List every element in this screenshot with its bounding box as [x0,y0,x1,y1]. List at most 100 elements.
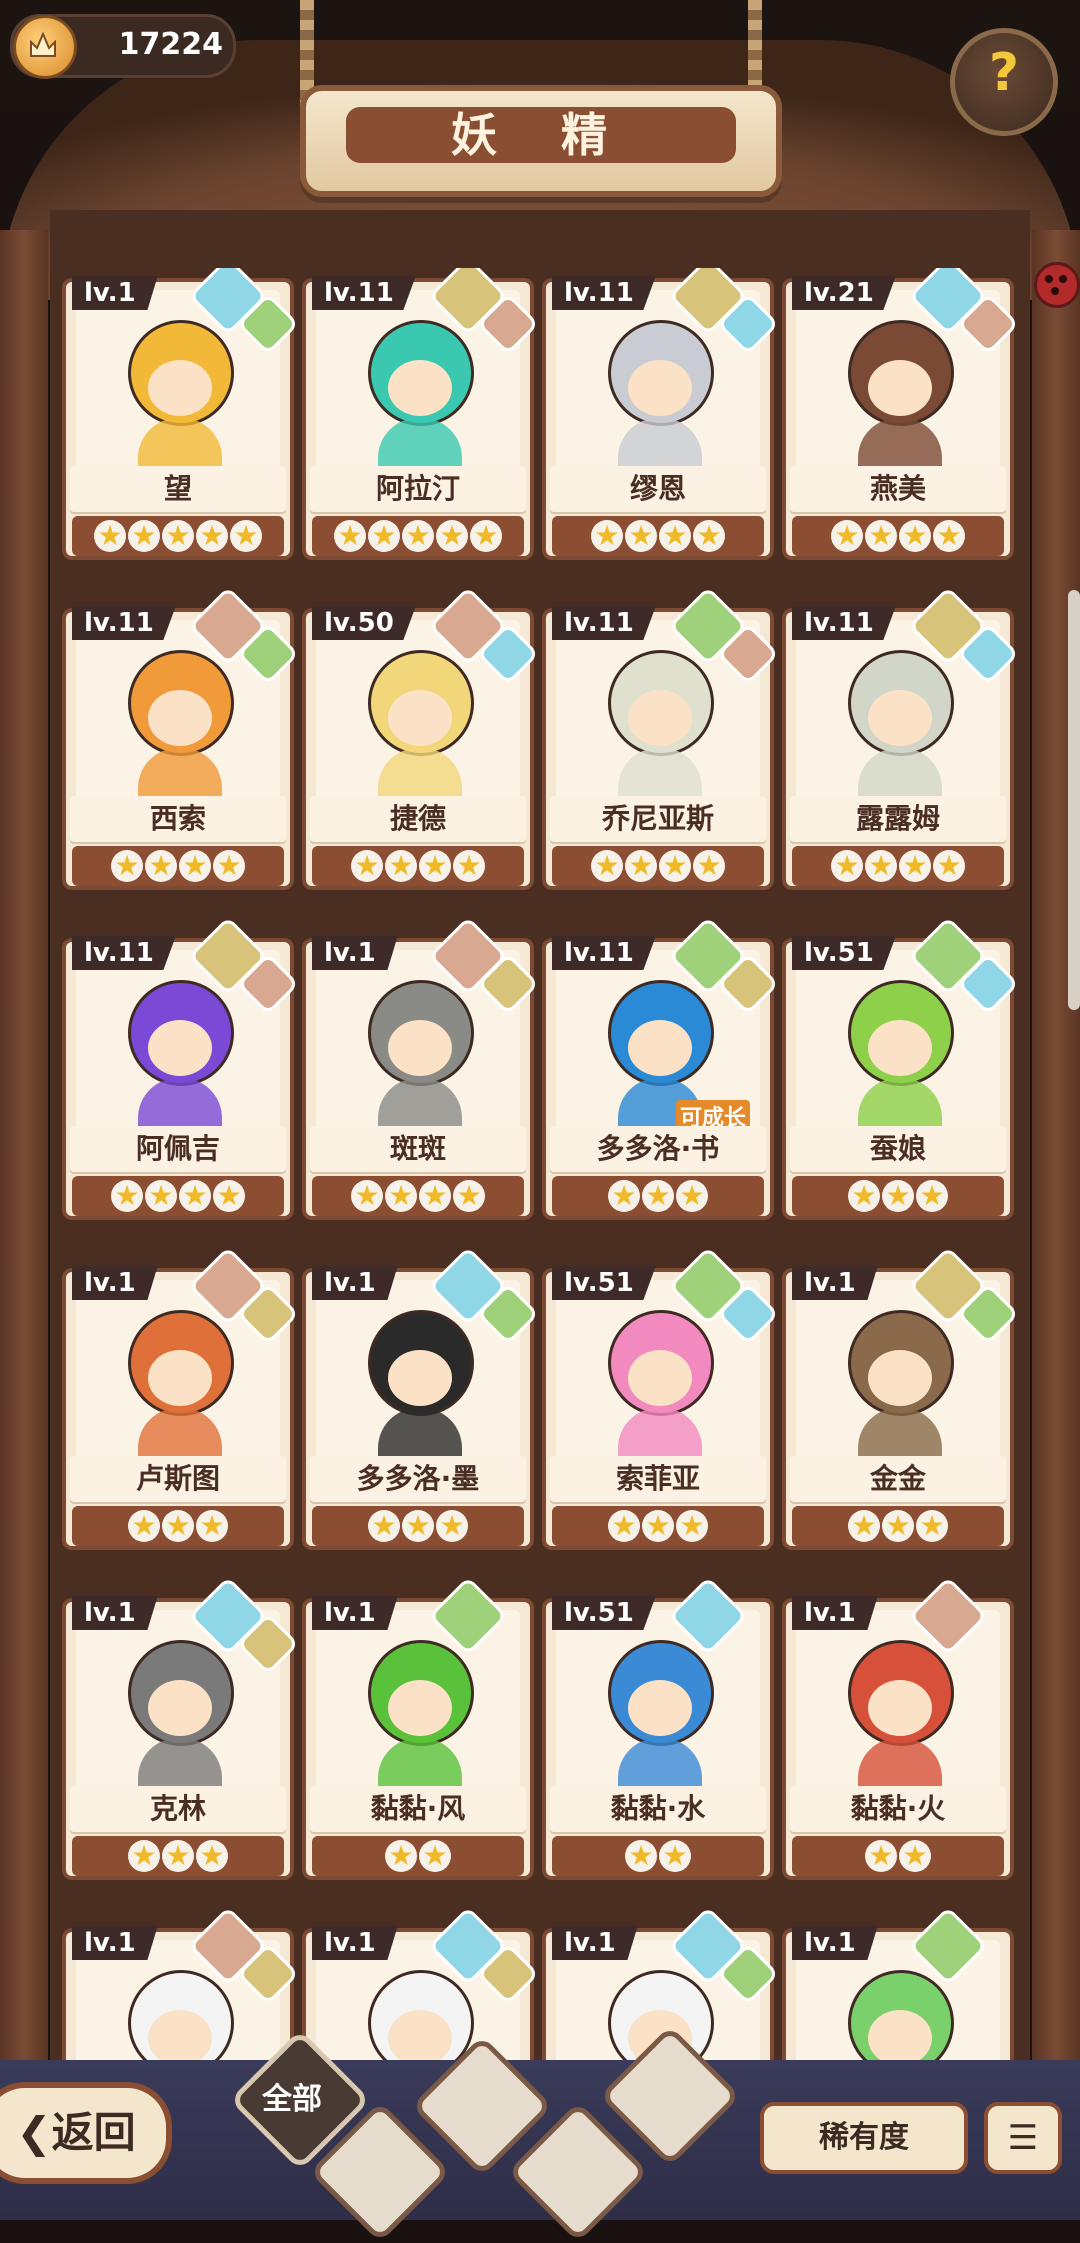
level-badge: lv.1 [72,1596,158,1630]
fairy-card[interactable]: lv.51 蚕娘 [782,916,1020,1228]
star-icon [659,520,691,552]
star-icon [196,1510,228,1542]
fairy-name: 阿拉汀 [310,466,526,512]
level-badge: lv.11 [72,606,176,640]
rarity-sort-button[interactable]: 稀有度 [760,2102,968,2174]
fairy-card[interactable]: lv.51 黏黏·水 [542,1576,774,1888]
fairy-face [868,690,932,746]
fairy-card[interactable]: lv.1 望 [62,268,300,568]
fairy-card[interactable]: lv.50 捷德 [302,586,540,898]
level-badge: lv.51 [552,1266,656,1300]
star-rating [792,1836,1004,1876]
star-icon [899,1840,931,1872]
fairy-face [388,1020,452,1076]
fairy-card[interactable]: lv.21 燕美 [782,268,1020,568]
star-icon [351,850,383,882]
help-question-icon: ? [988,43,1020,103]
star-icon [625,850,657,882]
star-icon [642,1510,674,1542]
fairy-card[interactable]: lv.11 缪恩 [542,268,780,568]
fairy-portrait [796,1610,1000,1800]
star-icon [162,520,194,552]
star-rating [72,516,284,556]
level-badge: lv.1 [72,1926,158,1960]
fairy-card[interactable]: lv.11 露露姆 [782,586,1020,898]
level-badge: lv.50 [312,606,416,640]
fairy-card[interactable]: lv.1 斑斑 [302,916,540,1228]
fairy-name: 阿佩吉 [70,1126,286,1172]
star-icon [111,1180,143,1212]
star-rating [312,516,524,556]
star-icon [642,1180,674,1212]
fairy-face [148,360,212,416]
fairy-card[interactable]: lv.1 黏黏·风 [302,1576,534,1888]
star-icon [385,850,417,882]
fairy-card[interactable]: lv.51 索菲亚 [542,1246,780,1558]
star-rating [552,846,764,886]
scrollbar[interactable] [1068,590,1080,1010]
star-rating [72,1836,284,1876]
star-rating [792,516,1004,556]
star-icon [831,520,863,552]
currency-counter: 17224 [10,14,236,79]
level-badge: lv.1 [312,1926,398,1960]
fairy-card[interactable]: lv.1 金金 [782,1246,1020,1558]
filter-all-label: 全部 [262,2082,322,2117]
star-icon [368,520,400,552]
back-label: 返回 [51,2108,136,2157]
star-icon [625,520,657,552]
star-icon [453,850,485,882]
fairy-face [628,1680,692,1736]
star-icon [351,1180,383,1212]
fairy-name: 黏黏·水 [550,1786,766,1832]
star-icon [848,1180,880,1212]
right-pillar [1032,230,1080,2220]
sort-order-button[interactable]: ☰ [984,2102,1062,2174]
star-icon [385,1180,417,1212]
back-button[interactable]: ❮返回 [0,2082,172,2184]
fairy-card[interactable]: lv.1 克林 [62,1576,300,1888]
star-icon [591,520,623,552]
fairy-card[interactable]: lv.1 卢斯图 [62,1246,300,1558]
level-badge: lv.1 [72,1266,158,1300]
level-badge: lv.1 [792,1266,878,1300]
level-badge: lv.1 [792,1926,878,1960]
level-badge: lv.11 [72,936,176,970]
fairy-card[interactable]: lv.1 黏黏·火 [782,1576,1014,1888]
fairy-card[interactable]: lv.11 阿佩吉 [62,916,300,1228]
fairy-card[interactable]: lv.11 西索 [62,586,300,898]
fairy-card[interactable]: 可成长 lv.11 多多洛·书 [542,916,780,1228]
star-icon [368,1510,400,1542]
star-rating [792,1506,1004,1546]
help-button[interactable]: ? [950,28,1058,136]
level-badge: lv.1 [792,1596,878,1630]
star-icon [128,1510,160,1542]
level-badge: lv.11 [552,936,656,970]
star-icon [419,1180,451,1212]
star-icon [693,850,725,882]
star-icon [916,1510,948,1542]
level-badge: lv.1 [72,276,158,310]
fairy-name: 索菲亚 [550,1456,766,1502]
fairy-portrait [556,1610,760,1800]
fairy-face [628,690,692,746]
star-icon [916,1180,948,1212]
fairy-card[interactable]: lv.11 阿拉汀 [302,268,540,568]
fairy-card[interactable]: lv.11 乔尼亚斯 [542,586,780,898]
fairy-name: 露露姆 [790,796,1006,842]
star-rating [72,1176,284,1216]
star-icon [402,1510,434,1542]
star-rating [552,1506,764,1546]
fairy-face [628,1020,692,1076]
fairy-card[interactable]: lv.1 多多洛·墨 [302,1246,540,1558]
star-rating [552,516,764,556]
star-icon [831,850,863,882]
star-icon [385,1840,417,1872]
level-badge: lv.11 [312,276,416,310]
star-icon [162,1510,194,1542]
fairy-face [388,1680,452,1736]
title-board: 妖 精 [300,85,782,197]
star-icon [933,520,965,552]
fairy-name: 望 [70,466,286,512]
star-icon [453,1180,485,1212]
